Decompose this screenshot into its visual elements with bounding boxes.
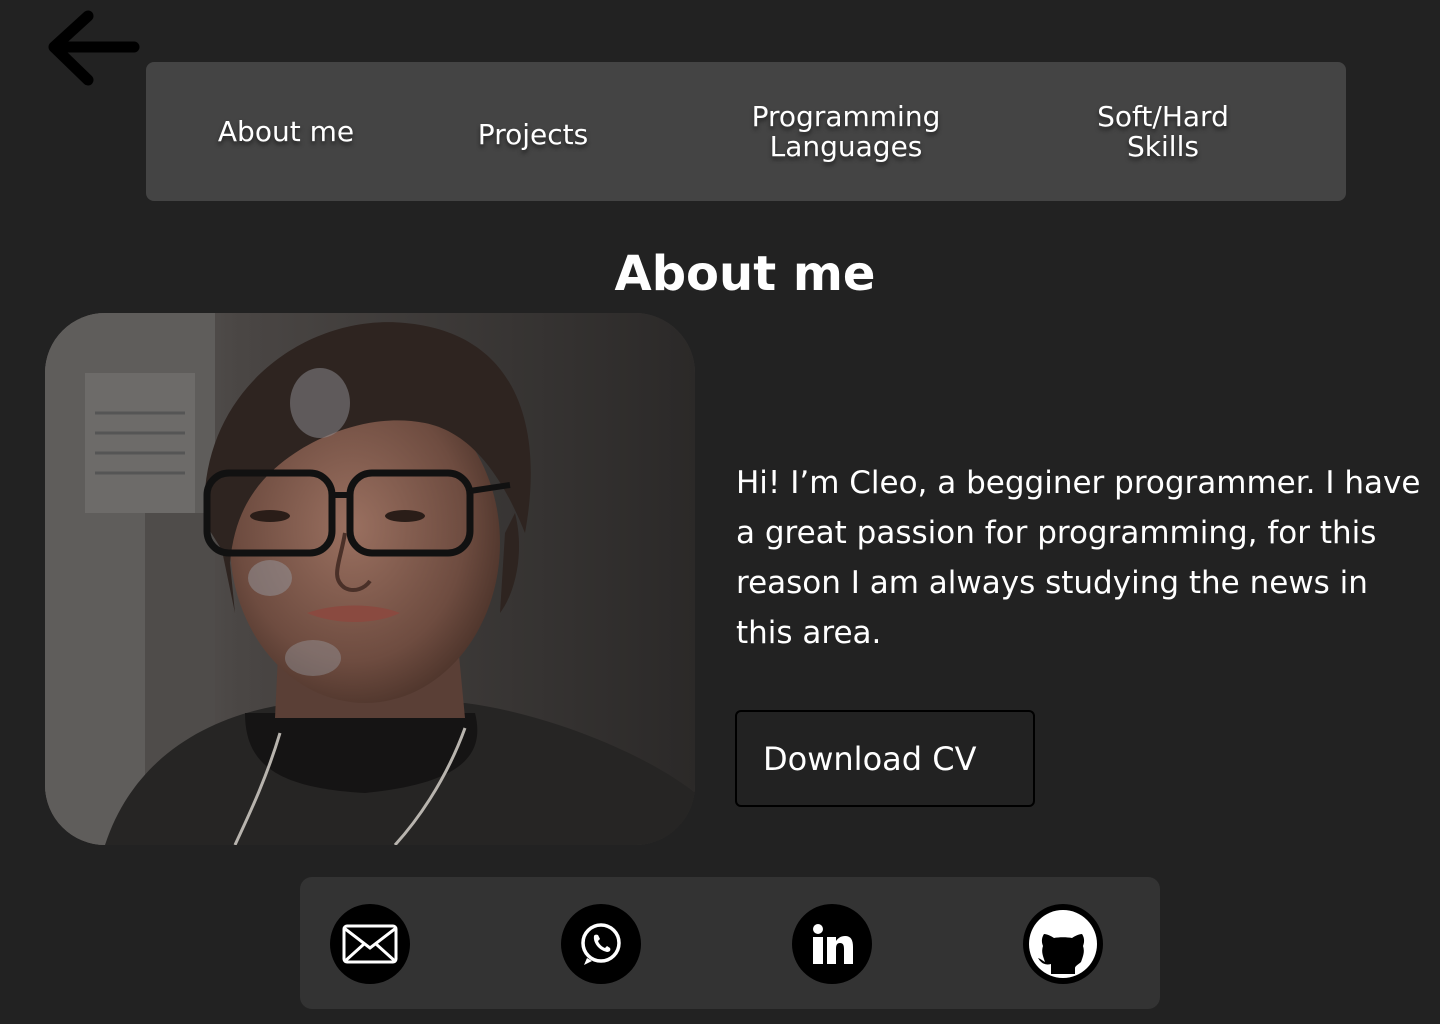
- nav-item-programming-languages[interactable]: Programming Languages: [706, 62, 986, 201]
- nav-item-about-me[interactable]: About me: [186, 62, 386, 201]
- nav-item-label-line1: Programming: [751, 99, 941, 133]
- whatsapp-icon[interactable]: [561, 904, 641, 984]
- linkedin-icon[interactable]: [792, 904, 872, 984]
- nav-item-projects[interactable]: Projects: [433, 65, 633, 204]
- nav-item-soft-hard-skills[interactable]: Soft/Hard Skills: [1028, 62, 1298, 201]
- nav-item-label: About me: [217, 114, 355, 148]
- mail-icon[interactable]: [330, 904, 410, 984]
- top-nav: About me Projects Programming Languages …: [146, 62, 1346, 201]
- nav-item-label: Projects: [477, 117, 589, 151]
- arrow-left-icon[interactable]: [42, 8, 142, 88]
- profile-photo: [45, 313, 695, 845]
- section-title: About me: [614, 246, 876, 302]
- nav-item-label-line2: Languages: [769, 129, 923, 163]
- bio-text: Hi! I’m Cleo, a begginer programmer. I h…: [736, 465, 1421, 651]
- social-links-bar: [300, 877, 1160, 1009]
- github-icon[interactable]: [1023, 904, 1103, 984]
- nav-item-label-line2: Skills: [1127, 129, 1199, 163]
- download-cv-button[interactable]: Download CV: [735, 710, 1035, 807]
- nav-item-label-line1: Soft/Hard: [1097, 99, 1229, 133]
- page: About me Projects Programming Languages …: [0, 0, 1440, 1024]
